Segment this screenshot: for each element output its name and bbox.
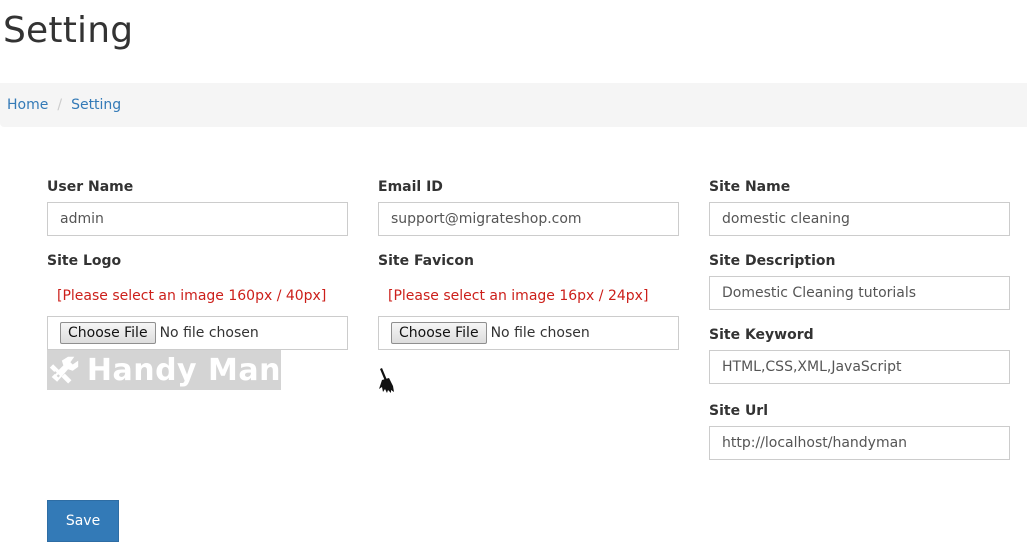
site-logo-preview: Handy Man <box>47 350 281 390</box>
user-name-group: User Name <box>47 177 348 236</box>
broom-icon <box>379 368 394 393</box>
breadcrumb-current-link[interactable]: Setting <box>71 97 121 113</box>
site-logo-group: Site Logo [Please select an image 160px … <box>47 251 348 350</box>
site-name-group: Site Name <box>709 177 1010 236</box>
page-title: Setting <box>3 10 134 51</box>
site-favicon-choose-file-button[interactable]: Choose File <box>391 322 487 344</box>
site-favicon-label: Site Favicon <box>378 253 474 269</box>
site-logo-preview-text: Handy Man <box>86 352 281 388</box>
email-id-group: Email ID <box>378 177 679 236</box>
site-favicon-file-status: No file chosen <box>490 325 590 341</box>
site-url-label: Site Url <box>709 403 769 419</box>
user-name-label: User Name <box>47 179 134 195</box>
site-favicon-preview <box>378 368 396 398</box>
site-logo-choose-file-button[interactable]: Choose File <box>60 322 156 344</box>
site-keyword-input[interactable] <box>709 350 1010 384</box>
breadcrumb-separator: / <box>57 97 63 113</box>
site-name-input[interactable] <box>709 202 1010 236</box>
site-name-label: Site Name <box>709 179 791 195</box>
site-logo-file-input[interactable]: Choose File No file chosen <box>47 316 348 350</box>
site-logo-hint: [Please select an image 160px / 40px] <box>57 288 327 304</box>
site-logo-label: Site Logo <box>47 253 122 269</box>
site-favicon-file-input[interactable]: Choose File No file chosen <box>378 316 679 350</box>
site-description-group: Site Description <box>709 251 1010 310</box>
breadcrumb: Home / Setting <box>0 83 1027 127</box>
save-button[interactable]: Save <box>47 500 119 542</box>
email-id-label: Email ID <box>378 179 443 195</box>
site-keyword-group: Site Keyword <box>709 325 1010 384</box>
site-favicon-group: Site Favicon [Please select an image 16p… <box>378 251 679 350</box>
breadcrumb-home-link[interactable]: Home <box>7 97 48 113</box>
site-logo-file-status: No file chosen <box>159 325 259 341</box>
user-name-input[interactable] <box>47 202 348 236</box>
site-keyword-label: Site Keyword <box>709 327 814 343</box>
email-id-input[interactable] <box>378 202 679 236</box>
wrench-icon <box>49 356 79 384</box>
site-description-input[interactable] <box>709 276 1010 310</box>
site-description-label: Site Description <box>709 253 836 269</box>
site-favicon-hint: [Please select an image 16px / 24px] <box>388 288 649 304</box>
site-url-input[interactable] <box>709 426 1010 460</box>
site-url-group: Site Url <box>709 401 1010 460</box>
